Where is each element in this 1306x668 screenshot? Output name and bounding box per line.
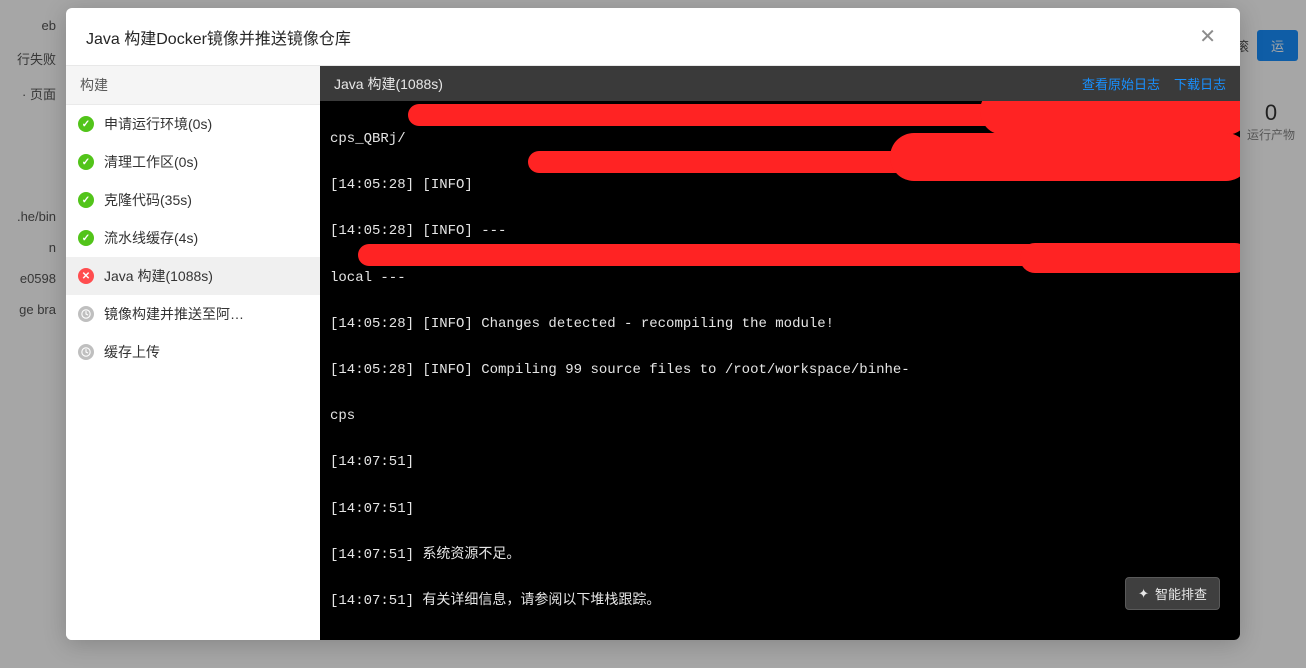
log-line: [14:07:51] java.lang.OutOfMemoryError: G… (330, 636, 1230, 640)
log-line: [14:05:28] [INFO] Compiling 99 source fi… (330, 359, 1230, 382)
step-cache-upload[interactable]: 缓存上传 (66, 333, 320, 371)
download-log-link[interactable]: 下载日志 (1174, 74, 1226, 93)
smart-button-label: 智能排查 (1155, 584, 1207, 603)
smart-troubleshoot-button[interactable]: ✦ 智能排查 (1125, 577, 1220, 610)
log-line: [14:05:28] [INFO] --- (330, 220, 1230, 243)
log-line: [14:05:28] [INFO] (330, 174, 1230, 197)
log-panel: Java 构建(1088s) 查看原始日志 下载日志 cps_QBRj/ (320, 66, 1240, 640)
view-raw-log-link[interactable]: 查看原始日志 (1082, 74, 1160, 93)
check-icon (78, 154, 94, 170)
clock-icon (78, 306, 94, 322)
log-line: [14:05:28] [INFO] Changes detected - rec… (330, 313, 1230, 336)
modal-overlay: Java 构建Docker镜像并推送镜像仓库 ✕ 构建 申请运行环境(0s) 清… (0, 0, 1306, 668)
redaction-bar (528, 151, 1238, 173)
step-label: 缓存上传 (104, 342, 160, 362)
redaction-bar (358, 244, 1223, 266)
log-header: Java 构建(1088s) 查看原始日志 下载日志 (320, 66, 1240, 101)
clock-icon (78, 344, 94, 360)
log-line: [14:07:51] 有关详细信息，请参阅以下堆栈跟踪。 (330, 590, 1230, 613)
modal-title: Java 构建Docker镜像并推送镜像仓库 (86, 25, 351, 49)
step-pipeline-cache[interactable]: 流水线缓存(4s) (66, 219, 320, 257)
log-line: cps_QBRj/ l/ (330, 128, 1230, 151)
build-steps-sidebar: 构建 申请运行环境(0s) 清理工作区(0s) 克隆代码(35s) 流水线缓存(… (66, 66, 320, 640)
check-icon (78, 230, 94, 246)
step-label: 申请运行环境(0s) (104, 114, 212, 134)
log-header-title: Java 构建(1088s) (334, 74, 443, 94)
step-label: 流水线缓存(4s) (104, 228, 198, 248)
modal-header: Java 构建Docker镜像并推送镜像仓库 ✕ (66, 8, 1240, 66)
step-label: 克隆代码(35s) (104, 190, 192, 210)
check-icon (78, 116, 94, 132)
redaction-bar (408, 104, 1208, 126)
sidebar-header: 构建 (66, 66, 320, 105)
log-line: [14:07:51] (330, 498, 1230, 521)
log-output[interactable]: cps_QBRj/ l/ [14:05:28] [INFO] [14:05:28… (320, 101, 1240, 640)
log-line: [14:07:51] (330, 451, 1230, 474)
modal-body: 构建 申请运行环境(0s) 清理工作区(0s) 克隆代码(35s) 流水线缓存(… (66, 66, 1240, 640)
sparkle-icon: ✦ (1138, 586, 1149, 602)
step-java-build[interactable]: Java 构建(1088s) (66, 257, 320, 295)
build-log-modal: Java 构建Docker镜像并推送镜像仓库 ✕ 构建 申请运行环境(0s) 清… (66, 8, 1240, 640)
step-clean-workspace[interactable]: 清理工作区(0s) (66, 143, 320, 181)
close-icon[interactable]: ✕ (1195, 20, 1220, 53)
step-request-env[interactable]: 申请运行环境(0s) (66, 105, 320, 143)
error-icon (78, 268, 94, 284)
step-label: 镜像构建并推送至阿… (104, 304, 244, 324)
log-line: cps l/ (330, 405, 1230, 428)
step-label: 清理工作区(0s) (104, 152, 198, 172)
step-clone-code[interactable]: 克隆代码(35s) (66, 181, 320, 219)
check-icon (78, 192, 94, 208)
log-header-actions: 查看原始日志 下载日志 (1082, 74, 1226, 93)
step-label: Java 构建(1088s) (104, 266, 213, 286)
log-line: [14:07:51] 系统资源不足。 (330, 544, 1230, 567)
step-image-push[interactable]: 镜像构建并推送至阿… (66, 295, 320, 333)
log-line: local --- (330, 267, 1230, 290)
